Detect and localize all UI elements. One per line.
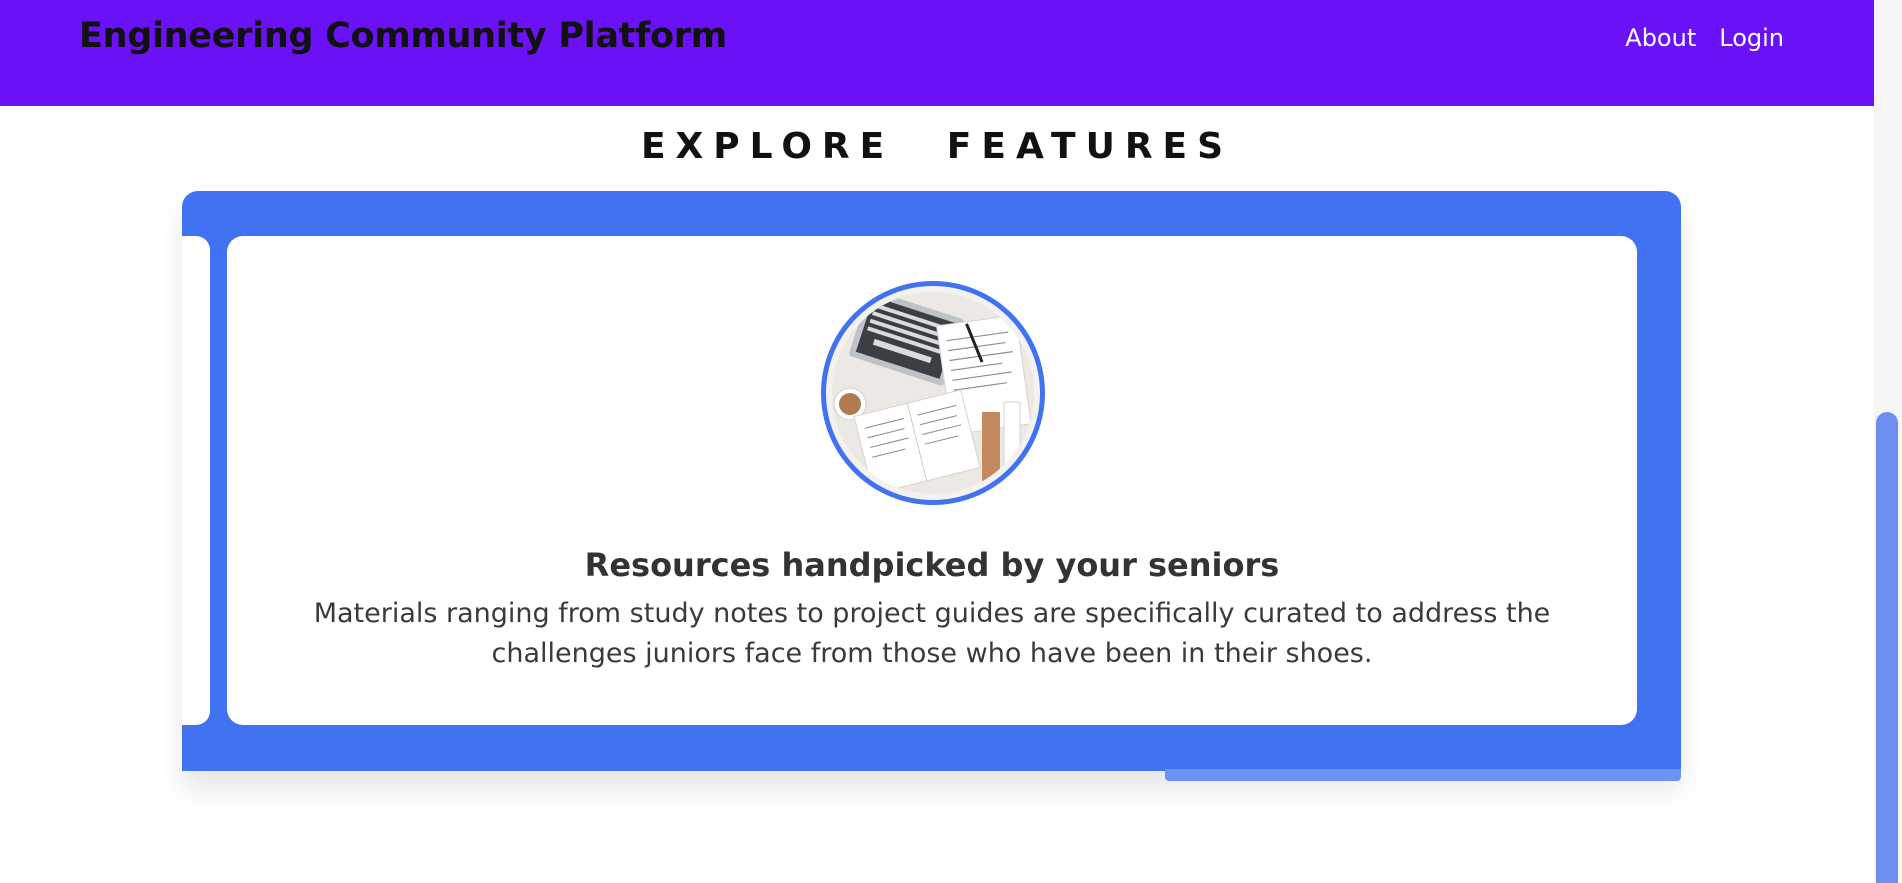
nav-links: About Login xyxy=(1625,24,1784,52)
feature-card-title: Resources handpicked by your seniors xyxy=(584,546,1280,584)
nav-link-login[interactable]: Login xyxy=(1719,24,1784,52)
carousel-scrollbar-thumb[interactable] xyxy=(1165,769,1681,781)
page-scrollbar-thumb[interactable] xyxy=(1876,412,1898,883)
feature-card: Resources handpicked by your seniors Mat… xyxy=(227,236,1637,725)
section-title: EXPLORE FEATURES xyxy=(640,126,1234,167)
brand-title[interactable]: Engineering Community Platform xyxy=(79,16,727,56)
nav-link-about[interactable]: About xyxy=(1625,24,1696,52)
feature-card-description: Materials ranging from study notes to pr… xyxy=(313,598,1551,669)
study-desk-photo-icon xyxy=(832,292,1034,494)
page: Engineering Community Platform About Log… xyxy=(0,0,1902,883)
feature-card-image xyxy=(821,281,1045,505)
previous-card[interactable] xyxy=(182,236,210,725)
features-carousel[interactable]: Resources handpicked by your seniors Mat… xyxy=(182,191,1681,771)
navbar: Engineering Community Platform About Log… xyxy=(0,0,1874,106)
